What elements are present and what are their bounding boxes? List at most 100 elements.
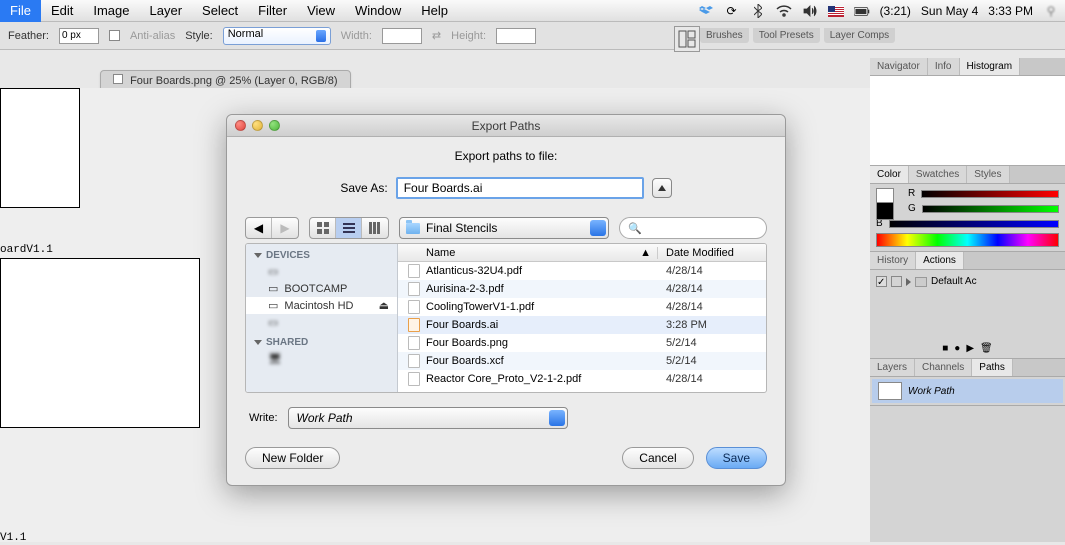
menu-layer[interactable]: Layer bbox=[140, 0, 193, 22]
tab-histogram[interactable]: Histogram bbox=[960, 58, 1021, 75]
flag-icon[interactable] bbox=[828, 3, 844, 19]
column-date[interactable]: Date Modified bbox=[658, 247, 766, 259]
swap-icon[interactable]: ⇄ bbox=[432, 29, 441, 42]
antialias-checkbox[interactable] bbox=[109, 30, 120, 41]
sidebar-device-3[interactable]: ▭ bbox=[246, 314, 397, 331]
antialias-label: Anti-alias bbox=[130, 30, 175, 42]
action-stop-icon[interactable]: ■ bbox=[942, 343, 948, 354]
action-record-icon[interactable]: ● bbox=[954, 343, 960, 354]
menu-select[interactable]: Select bbox=[192, 0, 248, 22]
caret-icon bbox=[590, 220, 606, 236]
paths-panel: Work Path bbox=[870, 377, 1065, 406]
wifi-icon[interactable] bbox=[776, 3, 792, 19]
file-row[interactable]: CoolingTowerV1-1.pdf4/28/14 bbox=[398, 298, 766, 316]
tab-info[interactable]: Info bbox=[928, 58, 960, 75]
disclosure-button[interactable] bbox=[652, 178, 672, 198]
palette-brushes[interactable]: Brushes bbox=[700, 28, 749, 43]
file-name: Four Boards.xcf bbox=[426, 355, 504, 367]
battery-icon[interactable] bbox=[854, 3, 870, 19]
caret-icon bbox=[549, 410, 565, 426]
file-row[interactable]: Atlanticus-32U4.pdf4/28/14 bbox=[398, 262, 766, 280]
action-play-icon[interactable]: ▶ bbox=[966, 343, 974, 354]
sidebar-device-macintosh[interactable]: ▭ Macintosh HD ⏏ bbox=[246, 297, 397, 314]
tab-styles[interactable]: Styles bbox=[967, 166, 1009, 183]
file-row[interactable]: Four Boards.ai3:28 PM bbox=[398, 316, 766, 334]
volume-icon[interactable] bbox=[802, 3, 818, 19]
new-folder-button[interactable]: New Folder bbox=[245, 447, 340, 469]
column-name[interactable]: Name ▲ bbox=[398, 247, 658, 259]
shared-header[interactable]: SHARED bbox=[246, 331, 397, 350]
file-list: Name ▲ Date Modified Atlanticus-32U4.pdf… bbox=[398, 244, 766, 392]
view-icon-button[interactable] bbox=[310, 218, 336, 238]
file-date: 5/2/14 bbox=[658, 337, 766, 349]
actions-panel: ✓ Default Ac ■ ● ▶ 🗑 bbox=[870, 270, 1065, 359]
doc-icon bbox=[113, 74, 123, 84]
write-select[interactable]: Work Path bbox=[288, 407, 568, 429]
sync-icon[interactable]: ⟳ bbox=[724, 3, 740, 19]
menu-image[interactable]: Image bbox=[83, 0, 139, 22]
menu-edit[interactable]: Edit bbox=[41, 0, 83, 22]
tab-history[interactable]: History bbox=[870, 252, 916, 269]
tab-color[interactable]: Color bbox=[870, 166, 909, 183]
g-slider[interactable] bbox=[922, 205, 1059, 213]
save-button[interactable]: Save bbox=[706, 447, 767, 469]
path-item-work-path[interactable]: Work Path bbox=[872, 379, 1063, 403]
file-row[interactable]: Four Boards.xcf5/2/14 bbox=[398, 352, 766, 370]
menu-file[interactable]: File bbox=[0, 0, 41, 22]
spotlight-icon[interactable]: ⚲ bbox=[1043, 3, 1059, 19]
menubar-time: 3:33 PM bbox=[988, 4, 1033, 18]
spectrum-bar[interactable] bbox=[876, 233, 1059, 247]
nav-forward-button[interactable]: ▶ bbox=[272, 218, 298, 238]
menu-help[interactable]: Help bbox=[411, 0, 458, 22]
folder-select[interactable]: Final Stencils bbox=[399, 217, 609, 239]
workspace-icon[interactable] bbox=[674, 26, 700, 52]
style-select[interactable]: Normal bbox=[223, 27, 331, 45]
sidebar-device-0[interactable]: ▭ bbox=[246, 263, 397, 280]
r-slider[interactable] bbox=[921, 190, 1059, 198]
r-label: R bbox=[908, 188, 915, 199]
menu-view[interactable]: View bbox=[297, 0, 345, 22]
tab-swatches[interactable]: Swatches bbox=[909, 166, 967, 183]
sidebar-device-bootcamp[interactable]: ▭ BOOTCAMP bbox=[246, 280, 397, 297]
dialog-subtitle: Export paths to file: bbox=[245, 149, 767, 163]
background-swatch[interactable] bbox=[876, 202, 894, 220]
file-icon bbox=[408, 264, 420, 278]
tab-actions[interactable]: Actions bbox=[916, 252, 964, 269]
view-mode-segment[interactable] bbox=[309, 217, 389, 239]
nav-back-button[interactable]: ◀ bbox=[246, 218, 272, 238]
file-row[interactable]: Four Boards.png5/2/14 bbox=[398, 334, 766, 352]
menu-filter[interactable]: Filter bbox=[248, 0, 297, 22]
tab-paths[interactable]: Paths bbox=[972, 359, 1013, 376]
file-icon bbox=[408, 318, 420, 332]
search-field[interactable]: 🔍 bbox=[619, 217, 767, 239]
folder-icon bbox=[915, 277, 927, 287]
palette-tool-presets[interactable]: Tool Presets bbox=[753, 28, 820, 43]
feather-input[interactable] bbox=[59, 28, 99, 44]
tab-navigator[interactable]: Navigator bbox=[870, 58, 928, 75]
dropbox-icon[interactable] bbox=[698, 3, 714, 19]
file-icon bbox=[408, 282, 420, 296]
canvas-label-b: V1.1 bbox=[0, 532, 26, 544]
bluetooth-icon[interactable] bbox=[750, 3, 766, 19]
palette-layer-comps[interactable]: Layer Comps bbox=[824, 28, 895, 43]
style-label: Style: bbox=[185, 30, 213, 42]
view-list-button[interactable] bbox=[336, 218, 362, 238]
b-slider[interactable] bbox=[889, 220, 1059, 228]
file-row[interactable]: Reactor Core_Proto_V2-1-2.pdf4/28/14 bbox=[398, 370, 766, 388]
nav-back-forward[interactable]: ◀ ▶ bbox=[245, 217, 299, 239]
saveas-input[interactable] bbox=[396, 177, 644, 199]
cancel-button[interactable]: Cancel bbox=[622, 447, 693, 469]
file-row[interactable]: Aurisina-2-3.pdf4/28/14 bbox=[398, 280, 766, 298]
devices-header[interactable]: DEVICES bbox=[246, 244, 397, 263]
tab-layers[interactable]: Layers bbox=[870, 359, 915, 376]
sidebar-shared-0[interactable]: 🖥 bbox=[246, 350, 397, 367]
action-trash-icon[interactable]: 🗑 bbox=[980, 343, 993, 354]
file-name: Reactor Core_Proto_V2-1-2.pdf bbox=[426, 373, 581, 385]
view-column-button[interactable] bbox=[362, 218, 388, 238]
action-default[interactable]: ✓ Default Ac bbox=[874, 274, 1061, 289]
menu-window[interactable]: Window bbox=[345, 0, 411, 22]
tab-channels[interactable]: Channels bbox=[915, 359, 972, 376]
folder-name: Final Stencils bbox=[426, 221, 497, 235]
dialog-titlebar[interactable]: Export Paths bbox=[227, 115, 785, 137]
file-date: 4/28/14 bbox=[658, 301, 766, 313]
